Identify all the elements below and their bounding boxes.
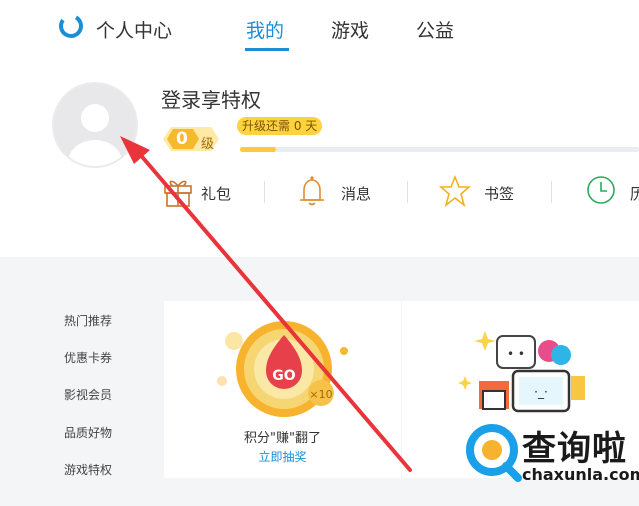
avatar[interactable] — [52, 82, 138, 168]
messages-label: 消息 — [341, 185, 372, 203]
top-header: 个人中心 我的 游戏 公益 — [0, 0, 639, 62]
level-progress-bar — [240, 147, 639, 152]
watermark-url: chaxunla.com — [522, 465, 639, 484]
clock-icon — [587, 176, 615, 204]
upgrade-badge: 升级还需 0 天 — [237, 117, 323, 135]
lottery-draw-link[interactable]: 立即抽奖 — [164, 448, 401, 465]
level-number: 0 — [176, 129, 188, 149]
bell-icon — [300, 176, 324, 206]
gift-label: 礼包 — [201, 185, 232, 203]
bilibili-mascot-icon: • • ·_· — [458, 331, 585, 413]
lottery-wheel-icon: GO ×10 — [217, 321, 348, 417]
svg-text:·_·: ·_· — [534, 385, 548, 399]
tab-charity[interactable]: 公益 — [416, 16, 454, 43]
divider — [407, 181, 408, 203]
sidebar-item-video-vip[interactable]: 影视会员 — [64, 386, 112, 403]
bookmarks-label: 书签 — [484, 185, 515, 203]
sidebar-item-coupons[interactable]: 优惠卡券 — [64, 349, 112, 366]
sidebar-item-hot[interactable]: 热门推荐 — [64, 312, 112, 329]
tab-games[interactable]: 游戏 — [331, 16, 369, 43]
app-logo-icon — [59, 14, 83, 38]
sidebar-item-game-perks[interactable]: 游戏特权 — [64, 461, 112, 478]
go-label: GO — [272, 368, 295, 384]
sidebar-item-goods[interactable]: 品质好物 — [64, 424, 112, 441]
svg-text:• •: • • — [507, 347, 525, 361]
tab-mine[interactable]: 我的 — [246, 16, 284, 43]
level-suffix: 级 — [201, 137, 215, 152]
lottery-card-title: 积分"赚"翻了 — [244, 431, 321, 446]
divider — [551, 181, 552, 203]
star-icon — [439, 174, 471, 208]
gift-icon — [164, 180, 192, 207]
active-tab-indicator — [245, 48, 289, 51]
profile-section: 登录享特权 0 级 升级还需 0 天 礼包 消息 书签 历 — [0, 62, 639, 257]
app-title: 个人中心 — [96, 20, 173, 42]
lottery-card[interactable]: GO ×10 积分"赚"翻了 立即抽奖 — [164, 301, 401, 478]
login-prompt[interactable]: 登录享特权 — [161, 84, 261, 113]
level-progress-fill — [240, 147, 276, 152]
watermark-text: 查询啦 — [522, 429, 627, 469]
multiplier-label: ×10 — [309, 388, 332, 401]
divider — [264, 181, 265, 203]
default-avatar-icon — [68, 104, 122, 166]
history-label: 历 — [630, 185, 639, 203]
